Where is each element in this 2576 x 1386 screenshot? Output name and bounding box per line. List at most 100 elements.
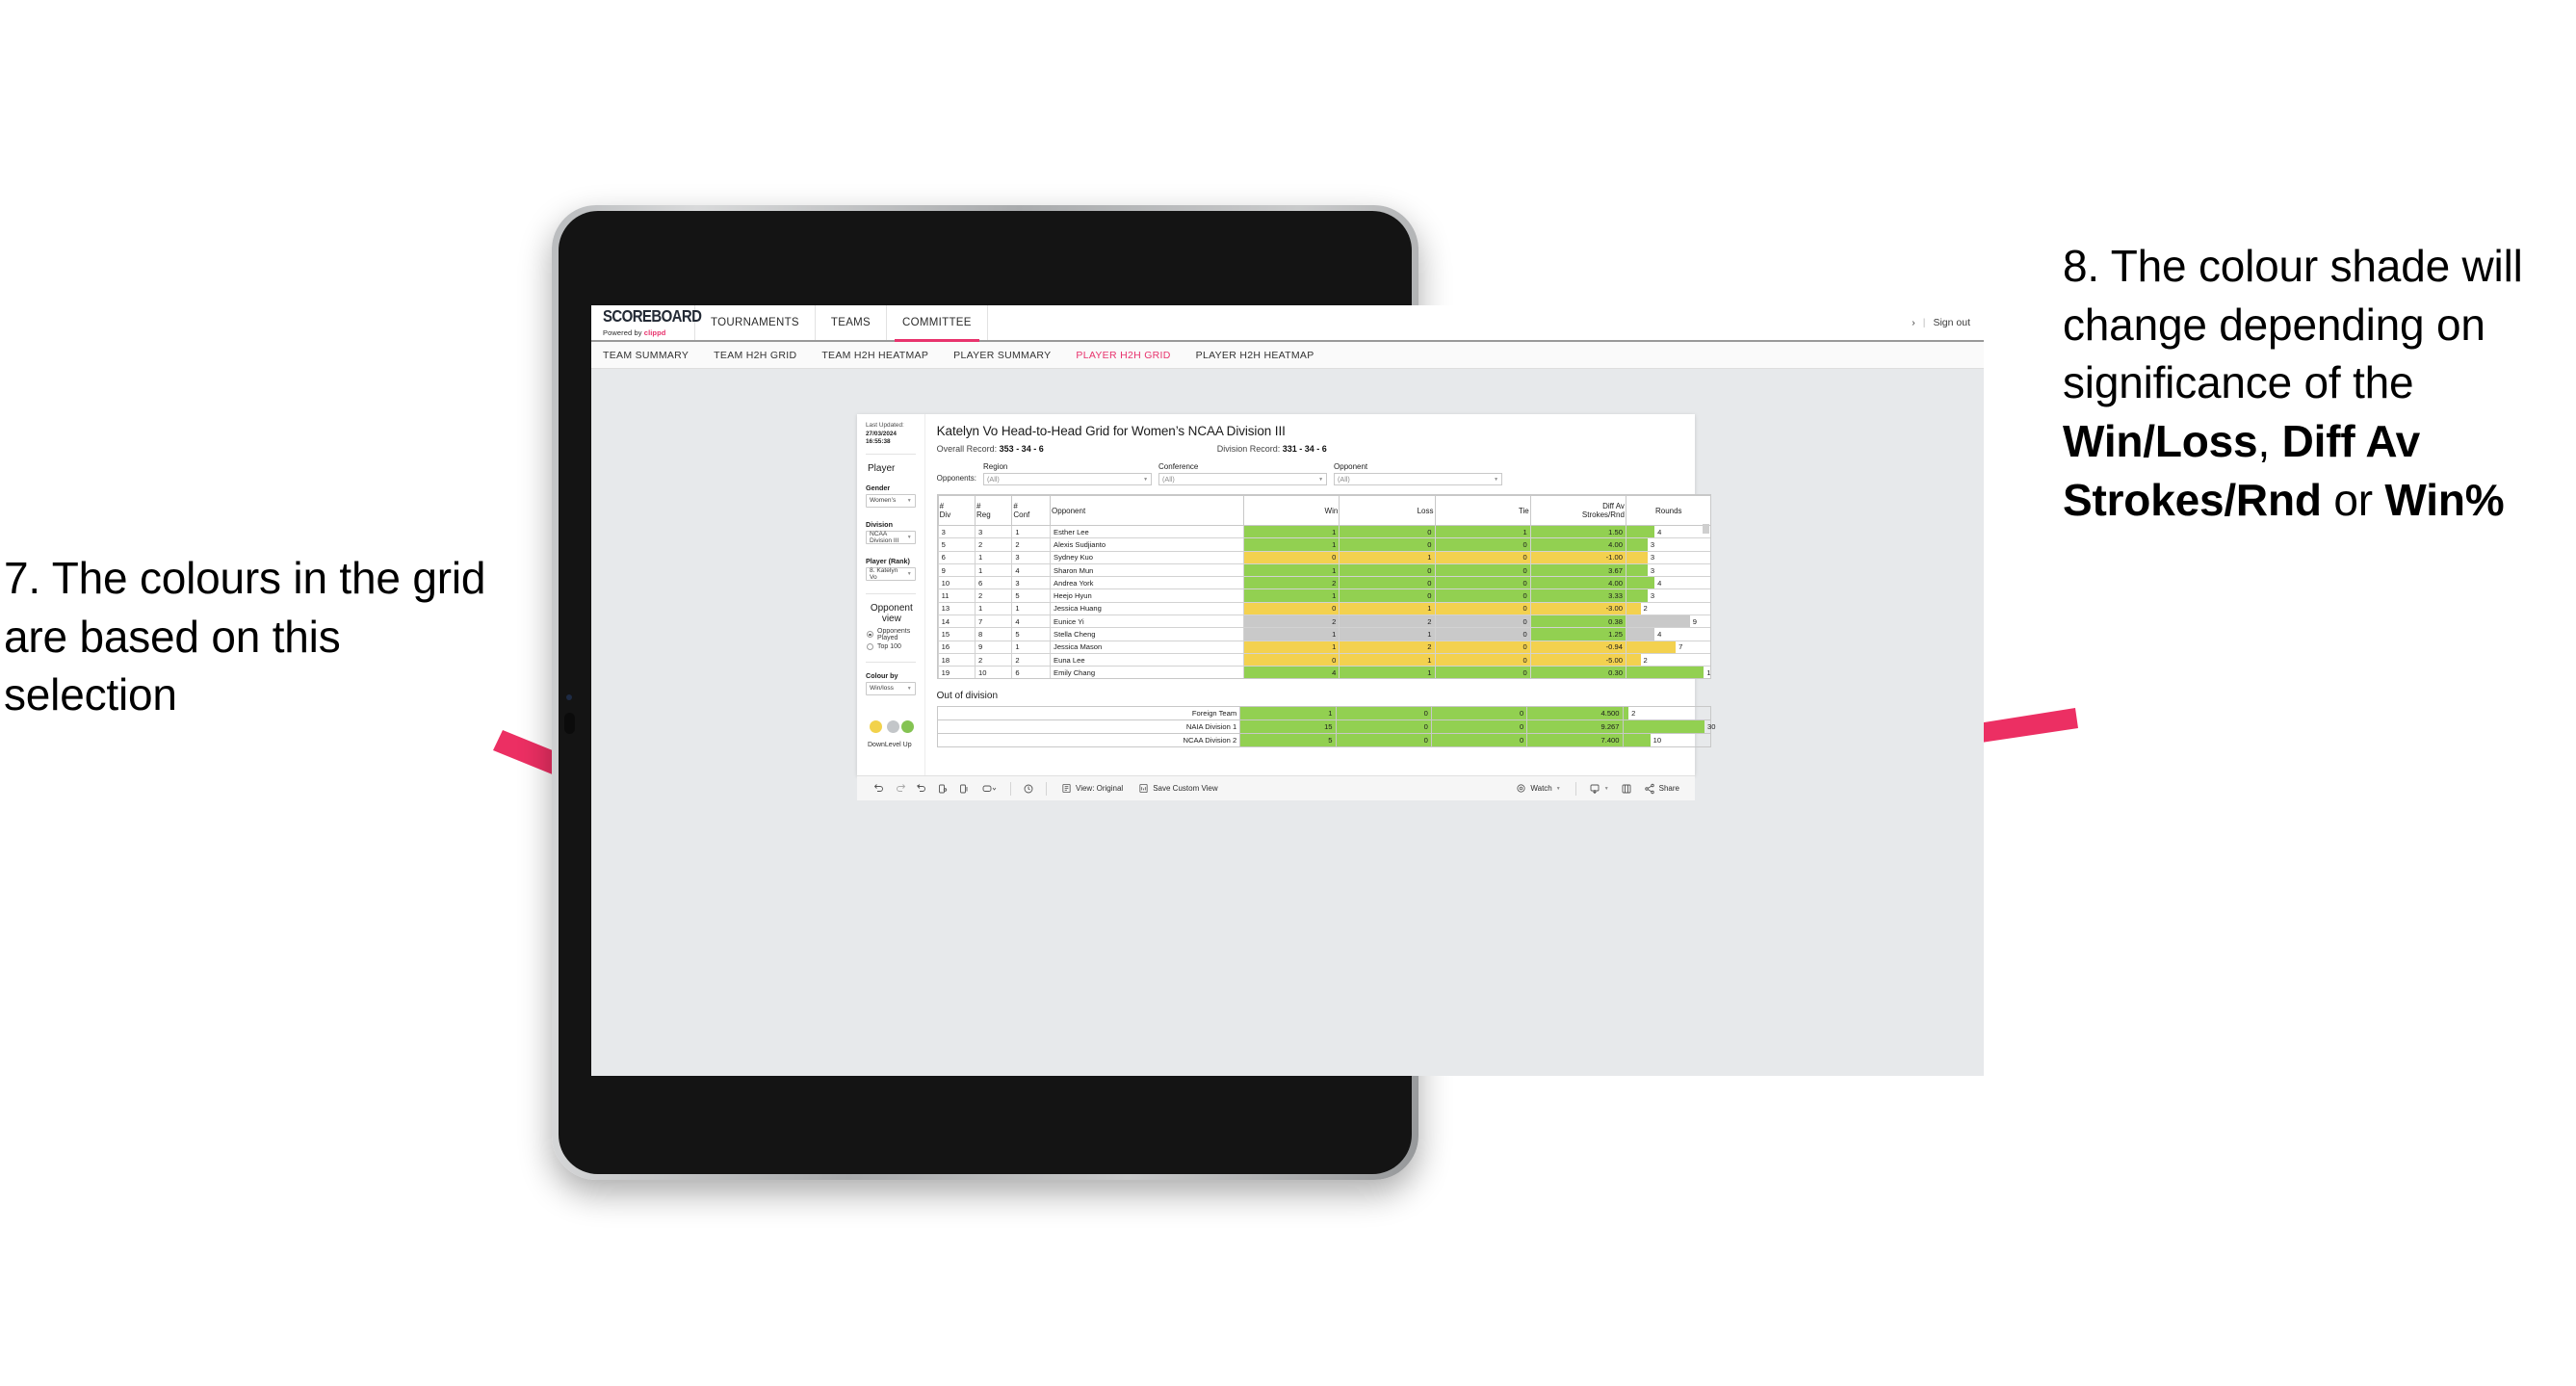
cell-tie: 0	[1430, 733, 1528, 747]
filter-opponent-select[interactable]: (All) ▼	[1334, 473, 1503, 485]
filter-region: Region (All) ▼	[983, 462, 1153, 485]
tab-team-h2h-heatmap[interactable]: TEAM H2H HEATMAP	[809, 350, 941, 361]
table-row[interactable]: 10 6 3 Andrea York 2 0 0 4.00 4	[937, 576, 1710, 590]
sign-out-link[interactable]: Sign out	[1933, 317, 1970, 328]
highlight-icon[interactable]	[975, 783, 1003, 795]
table-row[interactable]: 11 2 5 Heejo Hyun 1 0 0 3.33 3	[937, 588, 1710, 603]
pause-auto-update-icon[interactable]	[1018, 783, 1039, 795]
cell-reg: 1	[974, 601, 1013, 616]
watch-label: Watch	[1530, 784, 1552, 793]
top-nav-item-teams[interactable]: TEAMS	[816, 305, 888, 340]
cell-tie: 0	[1434, 562, 1531, 578]
table-row[interactable]: 3 3 1 Esther Lee 1 0 1 1.50 4	[937, 524, 1710, 539]
cell-rounds: 10	[1622, 733, 1711, 747]
top-bar-right: › | Sign out	[1912, 305, 1984, 340]
radio-opponents-played[interactable]: Opponents Played	[867, 628, 916, 641]
cell-diff: -3.00	[1529, 601, 1626, 616]
top-nav-item-committee[interactable]: COMMITTEE	[887, 305, 988, 342]
cell-tie: 0	[1434, 601, 1531, 616]
cell-conf: 1	[1011, 601, 1052, 616]
filter-opponent: Opponent (All) ▼	[1334, 462, 1503, 485]
filter-sidebar: Last Updated: 27/03/2024 16:55:38 Player…	[857, 414, 925, 775]
cell-loss: 0	[1339, 576, 1436, 590]
table-row[interactable]: 16 9 1 Jessica Mason 1 2 0 -0.94 7	[937, 640, 1710, 654]
cell-rounds: 3	[1625, 562, 1710, 578]
legend-up-label: Up	[902, 741, 912, 748]
redo-icon[interactable]	[890, 783, 911, 795]
chevron-down-icon: ▼	[1494, 476, 1499, 483]
download-button[interactable]: ▼	[1583, 783, 1615, 795]
view-original-button[interactable]: View: Original	[1054, 783, 1131, 794]
filter-conference-select[interactable]: (All) ▼	[1158, 473, 1328, 485]
dashboard-canvas: Last Updated: 27/03/2024 16:55:38 Player…	[591, 369, 1984, 1076]
radio-top-100[interactable]: Top 100	[867, 642, 916, 650]
cell-reg: 2	[974, 537, 1013, 552]
tab-player-summary[interactable]: PLAYER SUMMARY	[941, 350, 1063, 361]
fullscreen-button[interactable]	[1615, 783, 1638, 795]
watch-button[interactable]: Watch ▼	[1508, 783, 1568, 794]
table-row[interactable]: 15 8 5 Stella Cheng 1 1 0 1.25 4	[937, 627, 1710, 641]
h2h-table: # Div # Reg # Conf Opponent Win Loss Tie Di…	[937, 495, 1710, 678]
refresh-icon[interactable]	[932, 783, 953, 795]
pause-icon[interactable]	[953, 783, 975, 795]
divider	[866, 453, 916, 455]
division-label: Division	[866, 519, 893, 529]
cell-div: 19	[937, 666, 976, 678]
cell-div: 3	[937, 524, 976, 539]
cell-diff: 7.400	[1526, 733, 1624, 747]
top-nav-item-tournaments[interactable]: TOURNAMENTS	[695, 305, 816, 340]
cell-loss: 1	[1339, 652, 1436, 667]
table-row[interactable]: 14 7 4 Eunice Yi 2 2 0 0.38 9	[937, 615, 1710, 629]
cell-rounds: 2	[1622, 706, 1711, 720]
chevron-right-icon[interactable]: ›	[1912, 317, 1915, 328]
annotation-step-8-bold3: Win%	[2384, 474, 2505, 525]
table-row[interactable]: 18 2 2 Euna Lee 0 1 0 -5.00 2	[937, 652, 1710, 667]
undo-icon[interactable]	[869, 783, 890, 795]
filter-region-select[interactable]: (All) ▼	[983, 473, 1153, 485]
cell-win: 1	[1239, 706, 1337, 720]
table-row[interactable]: NCAA Division 2 5 0 0 7.400 10	[936, 733, 1711, 747]
table-row[interactable]: Foreign Team 1 0 0 4.500 2	[936, 706, 1711, 720]
cell-conf: 6	[1011, 666, 1052, 678]
tab-team-h2h-grid[interactable]: TEAM H2H GRID	[701, 350, 809, 361]
cell-diff: -5.00	[1529, 652, 1626, 667]
filter-region-label: Region	[983, 462, 1008, 471]
cell-rounds: 9	[1625, 615, 1710, 629]
cell-opponent: Jessica Huang	[1050, 601, 1245, 616]
tab-player-h2h-grid[interactable]: PLAYER H2H GRID	[1063, 350, 1183, 361]
cell-rounds: 11	[1625, 666, 1710, 678]
player-rank-select[interactable]: 8. Katelyn Vo ▼	[866, 566, 916, 581]
cell-tie: 0	[1434, 537, 1531, 552]
filter-opponent-value: (All)	[1338, 475, 1350, 484]
legend-down-label: Down	[868, 741, 885, 748]
cell-diff: -0.94	[1529, 640, 1626, 654]
tab-team-summary[interactable]: TEAM SUMMARY	[603, 350, 701, 361]
tab-player-h2h-heatmap[interactable]: PLAYER H2H HEATMAP	[1184, 350, 1327, 361]
col-opponent: Opponent	[1050, 495, 1245, 526]
h2h-grid[interactable]: # Div # Reg # Conf Opponent Win Loss Tie Di…	[936, 494, 1711, 679]
save-custom-view-button[interactable]: Save Custom View	[1131, 783, 1225, 794]
overall-record-label: Overall Record:	[936, 444, 1000, 454]
cell-reg: 8	[974, 627, 1013, 641]
opponent-filters: Opponents: Region (All) ▼ Conference (Al…	[937, 462, 1711, 485]
table-row[interactable]: 9 1 4 Sharon Mun 1 0 0 3.67 3	[937, 562, 1710, 578]
table-row[interactable]: 13 1 1 Jessica Huang 0 1 0 -3.00 2	[937, 601, 1710, 616]
table-row[interactable]: 6 1 3 Sydney Kuo 0 1 0 -1.00 3	[937, 550, 1710, 564]
revert-icon[interactable]	[911, 783, 932, 795]
share-button[interactable]: Share	[1638, 783, 1685, 795]
table-row[interactable]: 19106Emily Chang4100.3011	[937, 666, 1710, 678]
table-row[interactable]: 5 2 2 Alexis Sudjianto 1 0 0 4.00 3	[937, 537, 1710, 552]
annotation-step-8: 8. The colour shade will change dependin…	[2063, 237, 2576, 530]
cell-win: 1	[1243, 562, 1340, 578]
division-select[interactable]: NCAA Division III ▼	[866, 530, 916, 544]
brand-logo[interactable]: SCOREBOARD Powered by clippd	[591, 305, 702, 340]
table-row[interactable]: NAIA Division 1 15 0 0 9.267 30	[936, 719, 1715, 734]
records-row: Overall Record: 353 - 34 - 6 Division Re…	[937, 444, 1711, 454]
out-of-division-table: Foreign Team 1 0 0 4.500 2 NAIA Division 1 15 0 0…	[936, 706, 1715, 747]
gender-select[interactable]: Women’s ▼	[866, 493, 916, 508]
grid-scrollbar[interactable]	[1702, 524, 1709, 534]
colour-by-label: Colour by	[866, 670, 898, 680]
cell-diff: -1.00	[1529, 550, 1626, 564]
colour-by-select[interactable]: Win/loss ▼	[866, 681, 916, 695]
annotation-step-8-part1: 8. The colour shade will change dependin…	[2063, 241, 2523, 408]
